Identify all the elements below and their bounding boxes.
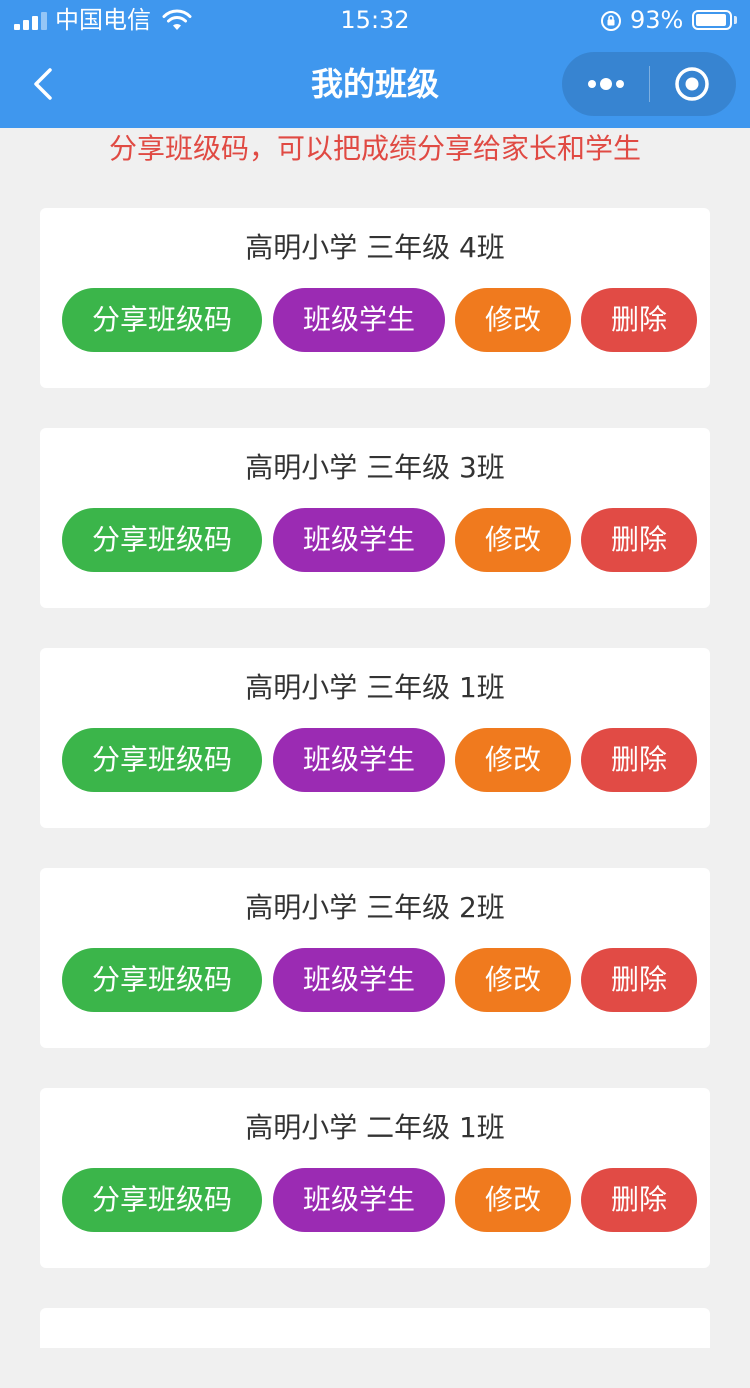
class-name: 高明小学 三年级 2班: [245, 891, 505, 924]
class-card: 高明小学 三年级 4班 分享班级码 班级学生 修改 删除: [40, 208, 710, 388]
battery-icon: [692, 10, 732, 30]
edit-class-button[interactable]: 修改: [455, 1168, 571, 1232]
class-card: 高明小学 三年级 2班 分享班级码 班级学生 修改 删除: [40, 868, 710, 1048]
share-class-code-button[interactable]: 分享班级码: [62, 288, 262, 352]
class-card: 高明小学 三年级 3班 分享班级码 班级学生 修改 删除: [40, 428, 710, 608]
class-students-button[interactable]: 班级学生: [273, 508, 445, 572]
share-class-code-button[interactable]: 分享班级码: [62, 948, 262, 1012]
class-card: 高明小学 三年级 1班 分享班级码 班级学生 修改 删除: [40, 648, 710, 828]
navigation-bar: 我的班级: [0, 40, 750, 128]
class-name: 高明小学 三年级 4班: [245, 231, 505, 264]
class-students-button[interactable]: 班级学生: [273, 728, 445, 792]
share-class-code-button[interactable]: 分享班级码: [62, 728, 262, 792]
class-name: 高明小学 三年级 3班: [245, 451, 505, 484]
battery-percentage: 93%: [630, 6, 684, 34]
battery-cap: [734, 16, 737, 24]
close-mini-program-icon[interactable]: [672, 64, 712, 104]
capsule-divider: [649, 66, 650, 102]
orientation-lock-icon: [601, 11, 621, 31]
delete-class-button[interactable]: 删除: [581, 948, 697, 1012]
more-options-icon[interactable]: [580, 66, 632, 102]
status-bar: 中国电信 15:32 93%: [0, 0, 750, 40]
class-students-button[interactable]: 班级学生: [273, 1168, 445, 1232]
delete-class-button[interactable]: 删除: [581, 728, 697, 792]
mini-program-capsule: [562, 52, 736, 116]
class-students-button[interactable]: 班级学生: [273, 948, 445, 1012]
delete-class-button[interactable]: 删除: [581, 508, 697, 572]
delete-class-button[interactable]: 删除: [581, 1168, 697, 1232]
edit-class-button[interactable]: 修改: [455, 288, 571, 352]
class-list: 高明小学 三年级 4班 分享班级码 班级学生 修改 删除 高明小学 三年级 3班…: [40, 208, 710, 1388]
edit-class-button[interactable]: 修改: [455, 948, 571, 1012]
class-name: 高明小学 三年级 1班: [245, 671, 505, 704]
class-card-partial: [40, 1308, 710, 1348]
class-students-button[interactable]: 班级学生: [273, 288, 445, 352]
class-name: 高明小学 二年级 1班: [245, 1111, 505, 1144]
delete-class-button[interactable]: 删除: [581, 288, 697, 352]
share-notice: 分享班级码，可以把成绩分享给家长和学生: [108, 132, 641, 165]
edit-class-button[interactable]: 修改: [455, 728, 571, 792]
edit-class-button[interactable]: 修改: [455, 508, 571, 572]
share-class-code-button[interactable]: 分享班级码: [62, 1168, 262, 1232]
class-card: 高明小学 二年级 1班 分享班级码 班级学生 修改 删除: [40, 1088, 710, 1268]
share-class-code-button[interactable]: 分享班级码: [62, 508, 262, 572]
